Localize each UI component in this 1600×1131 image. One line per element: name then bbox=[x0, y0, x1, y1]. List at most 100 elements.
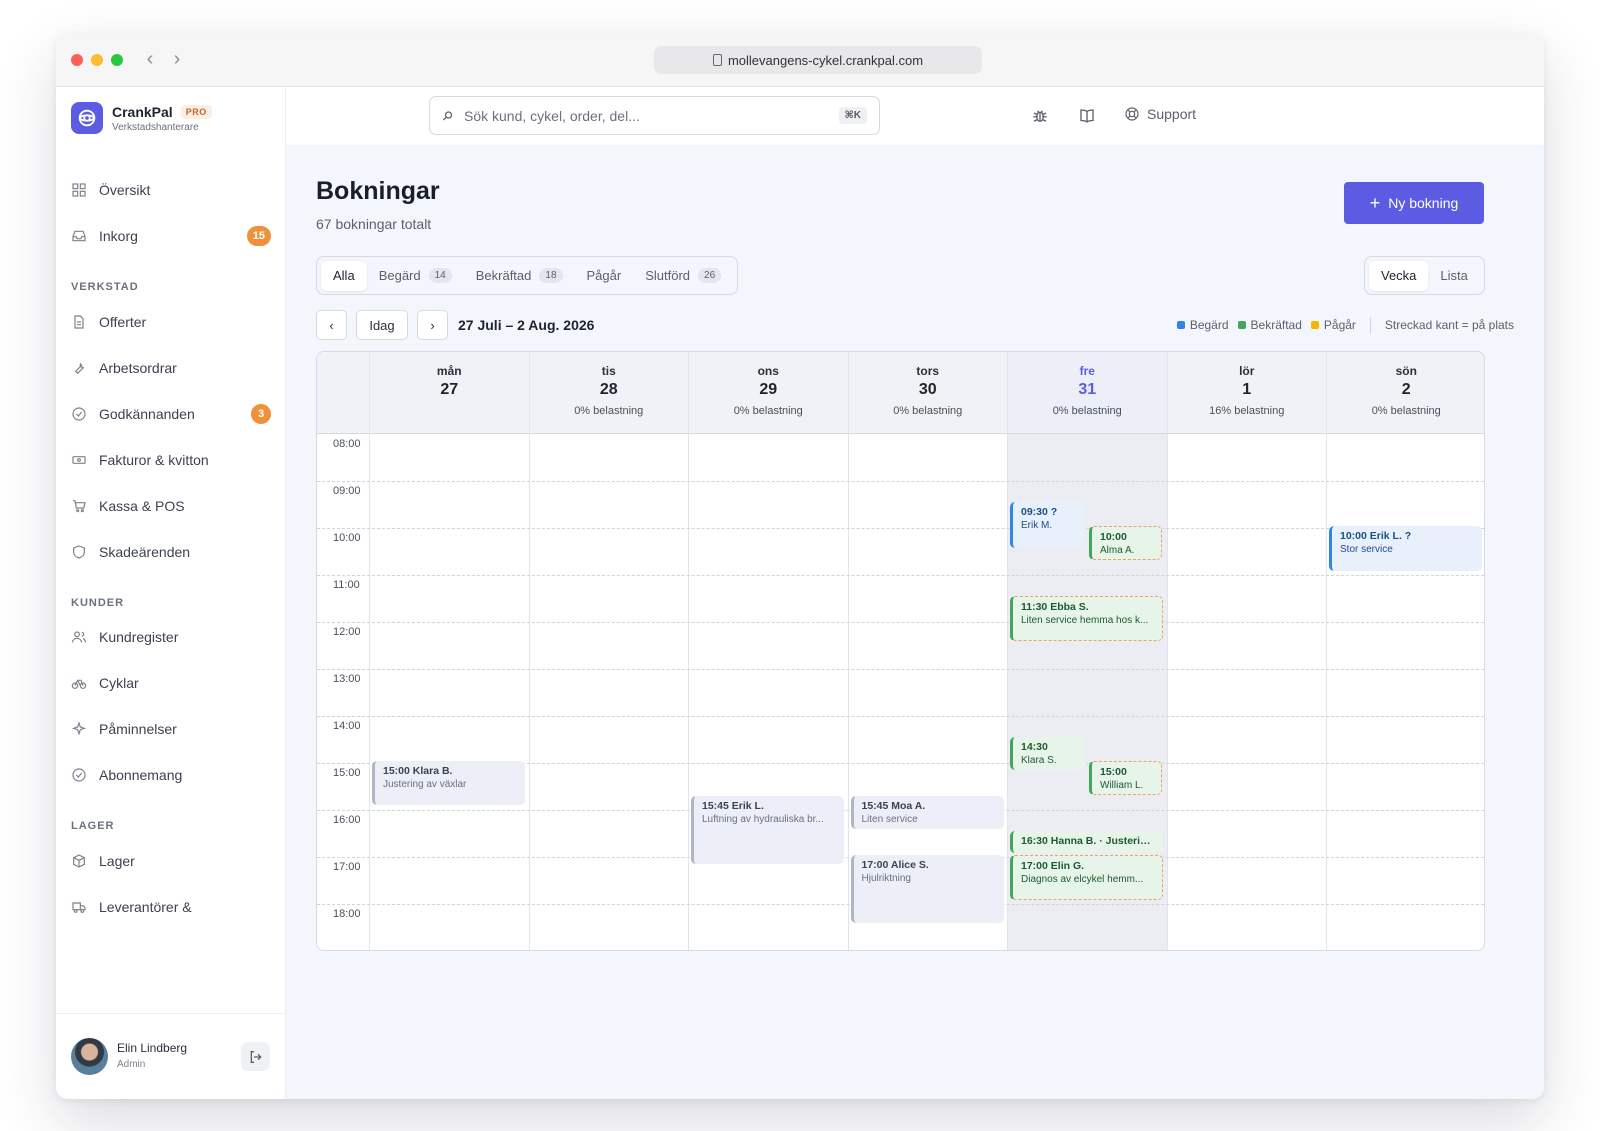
day-name: ons bbox=[757, 364, 779, 378]
tab-slutford[interactable]: Slutförd 26 bbox=[633, 261, 733, 291]
next-week-button[interactable]: › bbox=[417, 310, 448, 340]
sidebar-item-arbetsordrar[interactable]: Arbetsordrar bbox=[71, 351, 271, 385]
box-icon bbox=[71, 853, 87, 869]
day-column[interactable] bbox=[1166, 352, 1327, 950]
booking-event[interactable]: 15:00 Klara B. Justering av växlar bbox=[372, 761, 525, 805]
hour-line bbox=[317, 716, 1484, 717]
day-column[interactable] bbox=[528, 352, 689, 950]
day-header: lör 1 16% belastning bbox=[1166, 352, 1326, 434]
bug-icon[interactable] bbox=[1031, 107, 1049, 125]
avatar[interactable] bbox=[71, 1038, 108, 1075]
main-content: Bokningar 67 bokningar totalt + Ny bokni… bbox=[286, 145, 1544, 1099]
address-bar[interactable]: mollevangens-cykel.crankpal.com bbox=[654, 46, 982, 74]
search-input[interactable]: Sök kund, cykel, order, del... ⌘K bbox=[429, 96, 880, 135]
booking-title: 17:00 Alice S. bbox=[861, 859, 929, 871]
lifebuoy-icon bbox=[1125, 107, 1139, 121]
booking-event[interactable]: 15:45 Erik L. Luftning av hydrauliska br.… bbox=[691, 796, 844, 864]
booking-title: 10:00 Erik L. ? bbox=[1340, 530, 1412, 542]
tab-count-badge: 26 bbox=[698, 268, 722, 283]
sidebar-item-label: Kassa & POS bbox=[99, 498, 185, 514]
sidebar-item-fakturor-kvitton[interactable]: Fakturor & kvitton bbox=[71, 443, 271, 477]
sidebar-item-label: Fakturor & kvitton bbox=[99, 452, 209, 468]
sidebar-item-kassa-pos[interactable]: Kassa & POS bbox=[71, 489, 271, 523]
support-button[interactable]: Support bbox=[1124, 106, 1196, 122]
hour-label: 09:00 bbox=[333, 485, 361, 497]
sidebar-item-skadearenden[interactable]: Skadeärenden bbox=[71, 535, 271, 569]
hour-label: 15:00 bbox=[333, 767, 361, 779]
sidebar-item-lager[interactable]: Lager bbox=[71, 844, 271, 878]
hour-label: 18:00 bbox=[333, 908, 361, 920]
sidebar-item-label: Abonnemang bbox=[99, 767, 183, 783]
shield-icon bbox=[71, 544, 87, 560]
sidebar-item-label: Påminnelser bbox=[99, 721, 177, 737]
minimize-window-button[interactable] bbox=[91, 54, 103, 66]
sidebar-item-oversikt[interactable]: Översikt bbox=[71, 173, 271, 207]
grid-icon bbox=[71, 182, 87, 198]
booking-description: Justering av växlar bbox=[383, 779, 467, 790]
booking-event[interactable]: 10:00 Alma A. bbox=[1089, 526, 1162, 560]
legend-label: Bekräftad bbox=[1250, 318, 1302, 332]
tab-count-badge: 14 bbox=[428, 268, 452, 283]
legend-swatch bbox=[1237, 321, 1246, 329]
sidebar-item-inkorg[interactable]: Inkorg 15 bbox=[71, 219, 271, 253]
view-lista[interactable]: Lista bbox=[1428, 261, 1479, 291]
tab-label: Pågår bbox=[586, 268, 622, 283]
booking-title: 14:30 bbox=[1021, 741, 1048, 753]
sidebar-item-kundregister[interactable]: Kundregister bbox=[71, 620, 271, 654]
time-gutter-header bbox=[317, 352, 369, 434]
sidebar-item-abonnemang[interactable]: Abonnemang bbox=[71, 758, 271, 792]
tab-begard[interactable]: Begärd 14 bbox=[367, 261, 464, 291]
hour-label: 17:00 bbox=[333, 861, 361, 873]
prev-week-button[interactable]: ‹ bbox=[316, 310, 347, 340]
day-name: mån bbox=[436, 364, 462, 378]
close-window-button[interactable] bbox=[71, 54, 83, 66]
check-circle-icon bbox=[71, 767, 87, 783]
booking-event[interactable]: 17:00 Alice S. Hjulriktning bbox=[850, 855, 1004, 923]
booking-event[interactable]: 16:30 Hanna B. · Justerin... bbox=[1010, 831, 1163, 853]
view-vecka[interactable]: Vecka bbox=[1369, 260, 1429, 291]
back-arrow-icon[interactable]: ‹ bbox=[141, 48, 159, 71]
users-icon bbox=[71, 629, 87, 645]
zoom-window-button[interactable] bbox=[111, 54, 123, 66]
sidebar-item-label: Cyklar bbox=[99, 675, 139, 691]
day-column[interactable] bbox=[369, 352, 529, 950]
search-shortcut: ⌘K bbox=[838, 107, 867, 124]
sidebar-item-leverantorer[interactable]: Leverantörer & bbox=[71, 890, 271, 924]
booking-event[interactable]: 09:30 ? Erik M. bbox=[1010, 502, 1085, 548]
booking-event[interactable]: 14:30 Klara S. bbox=[1010, 737, 1085, 770]
new-booking-button[interactable]: + Ny bokning bbox=[1344, 182, 1484, 224]
forward-arrow-icon[interactable]: › bbox=[168, 48, 186, 71]
url-text: mollevangens-cykel.crankpal.com bbox=[727, 52, 924, 68]
sidebar-item-cyklar[interactable]: Cyklar bbox=[71, 666, 271, 700]
legend-divider bbox=[1369, 317, 1371, 333]
legend-item: Begärd bbox=[1176, 318, 1229, 332]
sidebar-item-offerter[interactable]: Offerter bbox=[71, 305, 271, 339]
booking-description: William L. bbox=[1100, 780, 1144, 791]
topbar: Sök kund, cykel, order, del... ⌘K Suppor… bbox=[286, 87, 1544, 145]
booking-event[interactable]: 15:45 Moa A. Liten service bbox=[850, 796, 1004, 829]
legend-swatch bbox=[1310, 321, 1319, 329]
booking-event[interactable]: 15:00 William L. bbox=[1089, 761, 1162, 795]
day-column[interactable] bbox=[1326, 352, 1484, 950]
hour-line bbox=[317, 622, 1484, 623]
legend-label: Begärd bbox=[1189, 318, 1229, 332]
tab-label: Bekräftad bbox=[475, 268, 532, 283]
hour-label: 10:00 bbox=[333, 532, 361, 544]
tab-pagar[interactable]: Pågår bbox=[575, 261, 634, 291]
sidebar-item-godkannanden[interactable]: Godkännanden 3 bbox=[71, 397, 271, 431]
logout-button[interactable] bbox=[241, 1042, 270, 1071]
booking-event[interactable]: 17:00 Elin G. Diagnos av elcykel hemm... bbox=[1010, 855, 1163, 900]
tab-bekraftad[interactable]: Bekräftad 18 bbox=[464, 261, 575, 291]
tab-alla[interactable]: Alla bbox=[321, 260, 367, 291]
brand[interactable]: CrankPal PRO Verkstadshanterare bbox=[71, 101, 212, 135]
today-button[interactable]: Idag bbox=[356, 310, 408, 340]
book-icon[interactable] bbox=[1078, 107, 1096, 125]
day-header: sön 2 0% belastning bbox=[1326, 352, 1484, 434]
inbox-icon bbox=[71, 228, 87, 244]
truck-icon bbox=[71, 899, 87, 915]
booking-event[interactable]: 10:00 Erik L. ? Stor service bbox=[1329, 526, 1482, 571]
sidebar-item-label: Leverantörer & bbox=[99, 899, 192, 915]
day-number: 27 bbox=[440, 381, 459, 398]
booking-event[interactable]: 11:30 Ebba S. Liten service hemma hos k..… bbox=[1010, 596, 1163, 641]
sidebar-item-paminnelser[interactable]: Påminnelser bbox=[71, 712, 271, 746]
